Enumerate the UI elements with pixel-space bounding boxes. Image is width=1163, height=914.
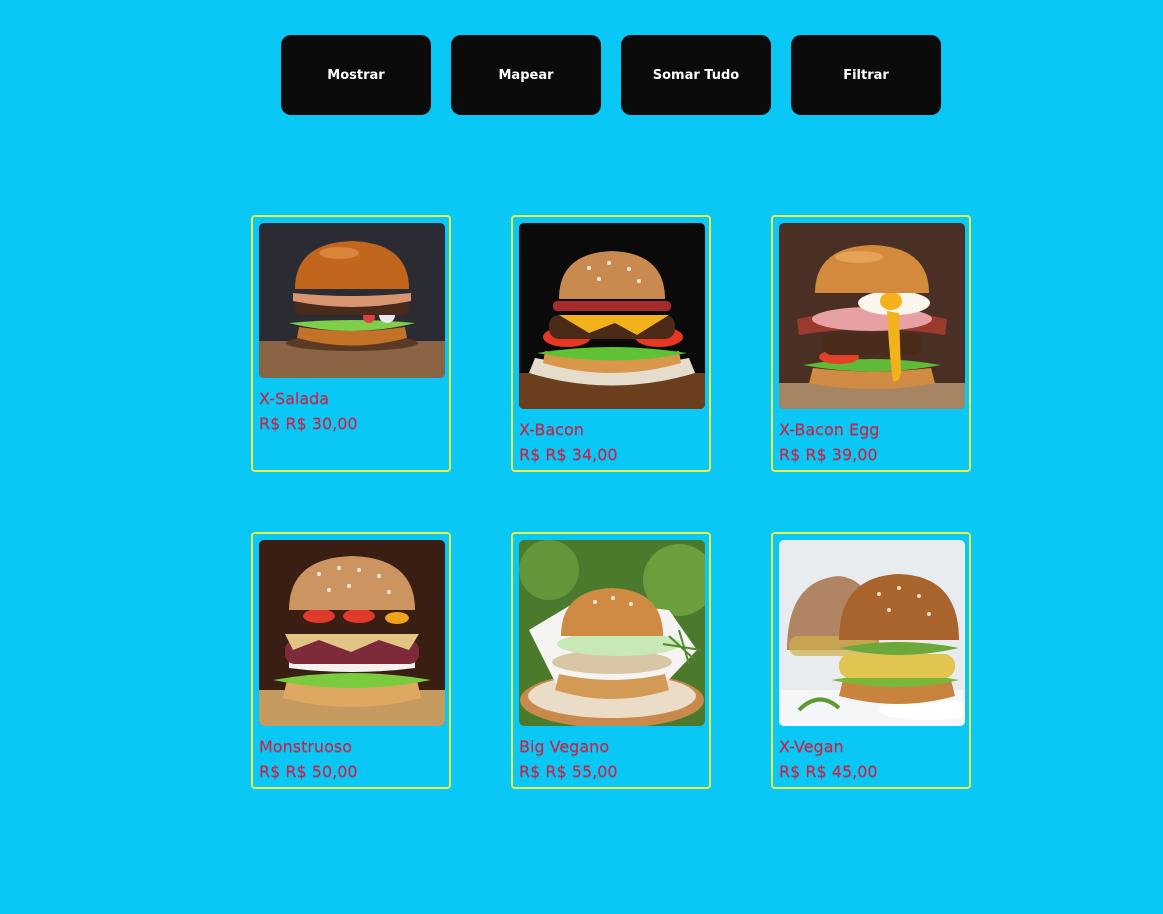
burger-image (259, 540, 445, 726)
product-grid: X-Salada R$ R$ 30,00 X-Bacon R$ R$ 34,00… (251, 215, 971, 789)
product-price: R$ R$ 50,00 (259, 762, 358, 781)
product-card[interactable]: X-Salada R$ R$ 30,00 (251, 215, 451, 472)
action-toolbar: Mostrar Mapear Somar Tudo Filtrar (281, 35, 941, 115)
product-name: X-Bacon (519, 420, 584, 439)
product-card[interactable]: X-Bacon R$ R$ 34,00 (511, 215, 711, 472)
product-price: R$ R$ 55,00 (519, 762, 618, 781)
filtrar-button[interactable]: Filtrar (791, 35, 941, 115)
burger-image (779, 540, 965, 726)
burger-image (519, 223, 705, 409)
burger-image (259, 223, 445, 378)
product-price: R$ R$ 45,00 (779, 762, 878, 781)
mostrar-button[interactable]: Mostrar (281, 35, 431, 115)
product-card[interactable]: Big Vegano R$ R$ 55,00 (511, 532, 711, 789)
product-price: R$ R$ 30,00 (259, 414, 358, 433)
product-price: R$ R$ 39,00 (779, 445, 878, 464)
product-name: Big Vegano (519, 737, 610, 756)
product-name: X-Vegan (779, 737, 844, 756)
mapear-button[interactable]: Mapear (451, 35, 601, 115)
burger-image (779, 223, 965, 409)
product-card[interactable]: X-Vegan R$ R$ 45,00 (771, 532, 971, 789)
product-card[interactable]: Monstruoso R$ R$ 50,00 (251, 532, 451, 789)
burger-image (519, 540, 705, 726)
product-name: Monstruoso (259, 737, 352, 756)
product-name: X-Salada (259, 389, 330, 408)
product-card[interactable]: X-Bacon Egg R$ R$ 39,00 (771, 215, 971, 472)
product-price: R$ R$ 34,00 (519, 445, 618, 464)
somar-tudo-button[interactable]: Somar Tudo (621, 35, 771, 115)
product-name: X-Bacon Egg (779, 420, 880, 439)
